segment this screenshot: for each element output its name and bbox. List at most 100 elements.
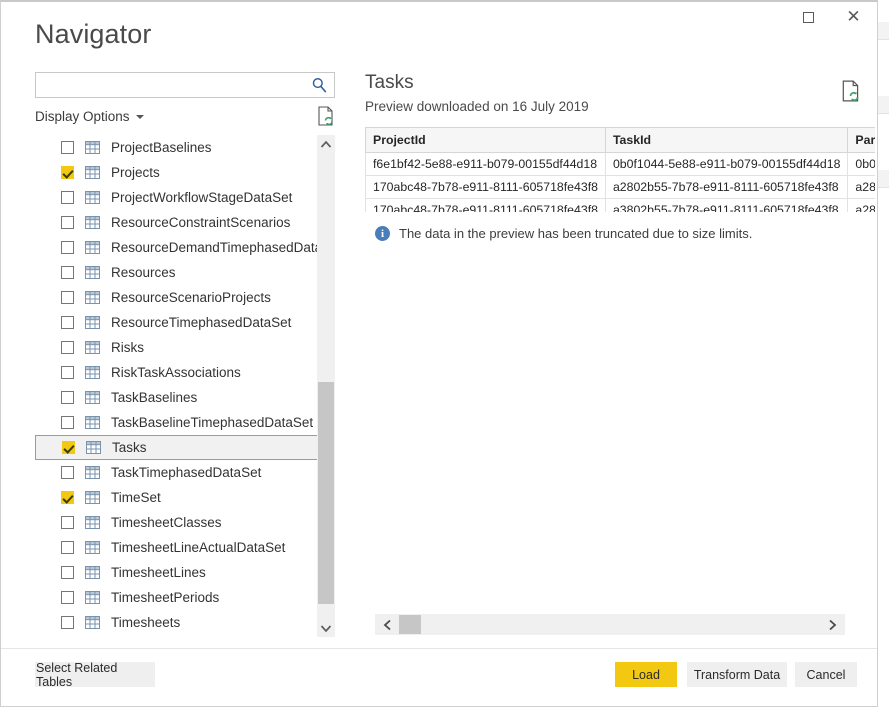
checkbox-risktaskassociations[interactable]: [61, 366, 74, 379]
tree-item-risks[interactable]: Risks: [35, 335, 315, 360]
checkbox-timesheetlineactualdataset[interactable]: [61, 541, 74, 554]
column-header-parenttaskid[interactable]: ParentTa: [847, 127, 875, 153]
table-icon: [85, 216, 100, 229]
table-icon: [85, 516, 100, 529]
checkbox-projectbaselines[interactable]: [61, 141, 74, 154]
search-box[interactable]: [35, 72, 335, 98]
table-icon: [85, 616, 100, 629]
checkbox-resourcescenarioprojects[interactable]: [61, 291, 74, 304]
checkbox-tasktimephaseddataset[interactable]: [61, 466, 74, 479]
tree-item-tasks[interactable]: Tasks: [35, 435, 318, 460]
checkbox-timeset[interactable]: [61, 491, 74, 504]
checkbox-timesheetperiods[interactable]: [61, 591, 74, 604]
checkbox-resourcetimephaseddataset[interactable]: [61, 316, 74, 329]
tree-item-resourcedemandtimephaseddataset[interactable]: ResourceDemandTimephasedDataSet: [35, 235, 335, 260]
tree-item-label: TimeSet: [111, 490, 161, 505]
maximize-button[interactable]: [786, 2, 831, 33]
table-row[interactable]: 170abc48-7b78-e911-8111-605718fe43f8 a280…: [365, 175, 875, 199]
column-header-taskid[interactable]: TaskId: [604, 127, 849, 153]
table-cell: a2802b55: [847, 175, 875, 199]
load-button[interactable]: Load: [615, 662, 677, 687]
preview-subtitle: Preview downloaded on 16 July 2019: [365, 99, 589, 114]
tree-item-timesheets[interactable]: Timesheets: [35, 610, 315, 635]
tree-item-label: TimesheetClasses: [111, 515, 222, 530]
table-icon: [85, 166, 100, 179]
tree-item-timesheetclasses[interactable]: TimesheetClasses: [35, 510, 315, 535]
tree-item-label: ResourceConstraintScenarios: [111, 215, 291, 230]
preview-horizontal-scrollbar[interactable]: [375, 614, 845, 635]
cancel-button[interactable]: Cancel: [795, 662, 857, 687]
close-button[interactable]: ✕: [831, 2, 876, 33]
info-icon: i: [375, 226, 390, 241]
checkbox-timesheetlines[interactable]: [61, 566, 74, 579]
select-related-tables-button[interactable]: Select Related Tables: [35, 661, 155, 689]
checkbox-resourceconstraintscenarios[interactable]: [61, 216, 74, 229]
tree-item-label: TimesheetLines: [111, 565, 206, 580]
table-icon: [85, 466, 100, 479]
tree-vertical-scrollbar[interactable]: [317, 135, 335, 637]
search-input[interactable]: [36, 73, 334, 97]
tree-item-risktaskassociations[interactable]: RiskTaskAssociations: [35, 360, 315, 385]
tree-item-label: TimesheetPeriods: [111, 590, 220, 605]
preview-grid-viewport[interactable]: ProjectId TaskId ParentTa f6e1bf42-5e88-…: [365, 127, 875, 212]
scroll-right-button[interactable]: [822, 614, 843, 635]
tree-item-projectbaselines[interactable]: ProjectBaselines: [35, 135, 315, 160]
checkbox-resources[interactable]: [61, 266, 74, 279]
table-icon: [85, 141, 100, 154]
tree-item-projects[interactable]: Projects: [35, 160, 315, 185]
scroll-up-button[interactable]: [317, 135, 335, 153]
table-icon: [85, 566, 100, 579]
scroll-left-button[interactable]: [377, 614, 398, 635]
table-cell: 0b0f1044-5e88-e911-b079-00155df44d18: [604, 152, 849, 176]
close-icon: ✕: [846, 7, 861, 27]
tree-item-resourcescenarioprojects[interactable]: ResourceScenarioProjects: [35, 285, 315, 310]
refresh-document-icon[interactable]: [317, 106, 335, 126]
table-cell: 170abc48-7b78-e911-8111-605718fe43f8: [365, 198, 606, 212]
tree-item-timesheetperiods[interactable]: TimesheetPeriods: [35, 585, 315, 610]
tree-item-label: TaskTimephasedDataSet: [111, 465, 262, 480]
hscrollbar-thumb[interactable]: [399, 615, 421, 634]
checkbox-taskbaselines[interactable]: [61, 391, 74, 404]
column-header-projectid[interactable]: ProjectId: [365, 127, 606, 153]
checkbox-resourcedemandtimephaseddataset[interactable]: [61, 241, 74, 254]
tree-item-timesheetlineactualdataset[interactable]: TimesheetLineActualDataSet: [35, 535, 315, 560]
table-icon: [85, 541, 100, 554]
tree-item-timesheetlines[interactable]: TimesheetLines: [35, 560, 315, 585]
tree-item-tasktimephaseddataset[interactable]: TaskTimephasedDataSet: [35, 460, 315, 485]
tree-item-resourcetimephaseddataset[interactable]: ResourceTimephasedDataSet: [35, 310, 315, 335]
tree-item-timeset[interactable]: TimeSet: [35, 485, 315, 510]
transform-data-button[interactable]: Transform Data: [687, 662, 787, 687]
truncation-notice: i The data in the preview has been trunc…: [375, 226, 752, 241]
checkbox-taskbaselinetimephaseddataset[interactable]: [61, 416, 74, 429]
display-options-row: Display Options: [35, 106, 335, 130]
scrollbar-thumb[interactable]: [318, 382, 334, 604]
preview-refresh-document-icon[interactable]: [841, 80, 861, 102]
checkbox-timesheetclasses[interactable]: [61, 516, 74, 529]
table-tree: ProjectBaselines Projects ProjectWorkflowS…: [35, 135, 335, 637]
tree-item-label: Timesheets: [111, 615, 181, 630]
tree-item-label: ResourceTimephasedDataSet: [111, 315, 292, 330]
tree-item-label: TaskBaselineTimephasedDataSet: [111, 415, 314, 430]
tree-item-taskbaselines[interactable]: TaskBaselines: [35, 385, 315, 410]
table-icon: [85, 266, 100, 279]
tree-item-resourceconstraintscenarios[interactable]: ResourceConstraintScenarios: [35, 210, 315, 235]
checkbox-risks[interactable]: [61, 341, 74, 354]
tree-item-label: Tasks: [112, 440, 147, 455]
tree-item-projectworkflowstagedataset[interactable]: ProjectWorkflowStageDataSet: [35, 185, 315, 210]
preview-pane: Tasks Preview downloaded on 16 July 2019: [365, 72, 865, 114]
tree-item-resources[interactable]: Resources: [35, 260, 315, 285]
left-pane: Display Options: [35, 72, 335, 130]
tree-item-label: Projects: [111, 165, 160, 180]
scroll-down-button[interactable]: [317, 619, 335, 637]
checkbox-projects[interactable]: [61, 166, 74, 179]
checkbox-tasks[interactable]: [62, 441, 75, 454]
table-row[interactable]: 170abc48-7b78-e911-8111-605718fe43f8 a380…: [365, 198, 875, 212]
display-options-button[interactable]: Display Options: [35, 109, 144, 124]
table-row[interactable]: f6e1bf42-5e88-e911-b079-00155df44d18 0b0f…: [365, 152, 875, 176]
checkbox-timesheets[interactable]: [61, 616, 74, 629]
tree-item-label: ProjectBaselines: [111, 140, 212, 155]
checkbox-projectworkflowstagedataset[interactable]: [61, 191, 74, 204]
table-cell: f6e1bf42-5e88-e911-b079-00155df44d18: [365, 152, 606, 176]
search-icon: [311, 76, 328, 94]
tree-item-taskbaselinetimephaseddataset[interactable]: TaskBaselineTimephasedDataSet: [35, 410, 315, 435]
